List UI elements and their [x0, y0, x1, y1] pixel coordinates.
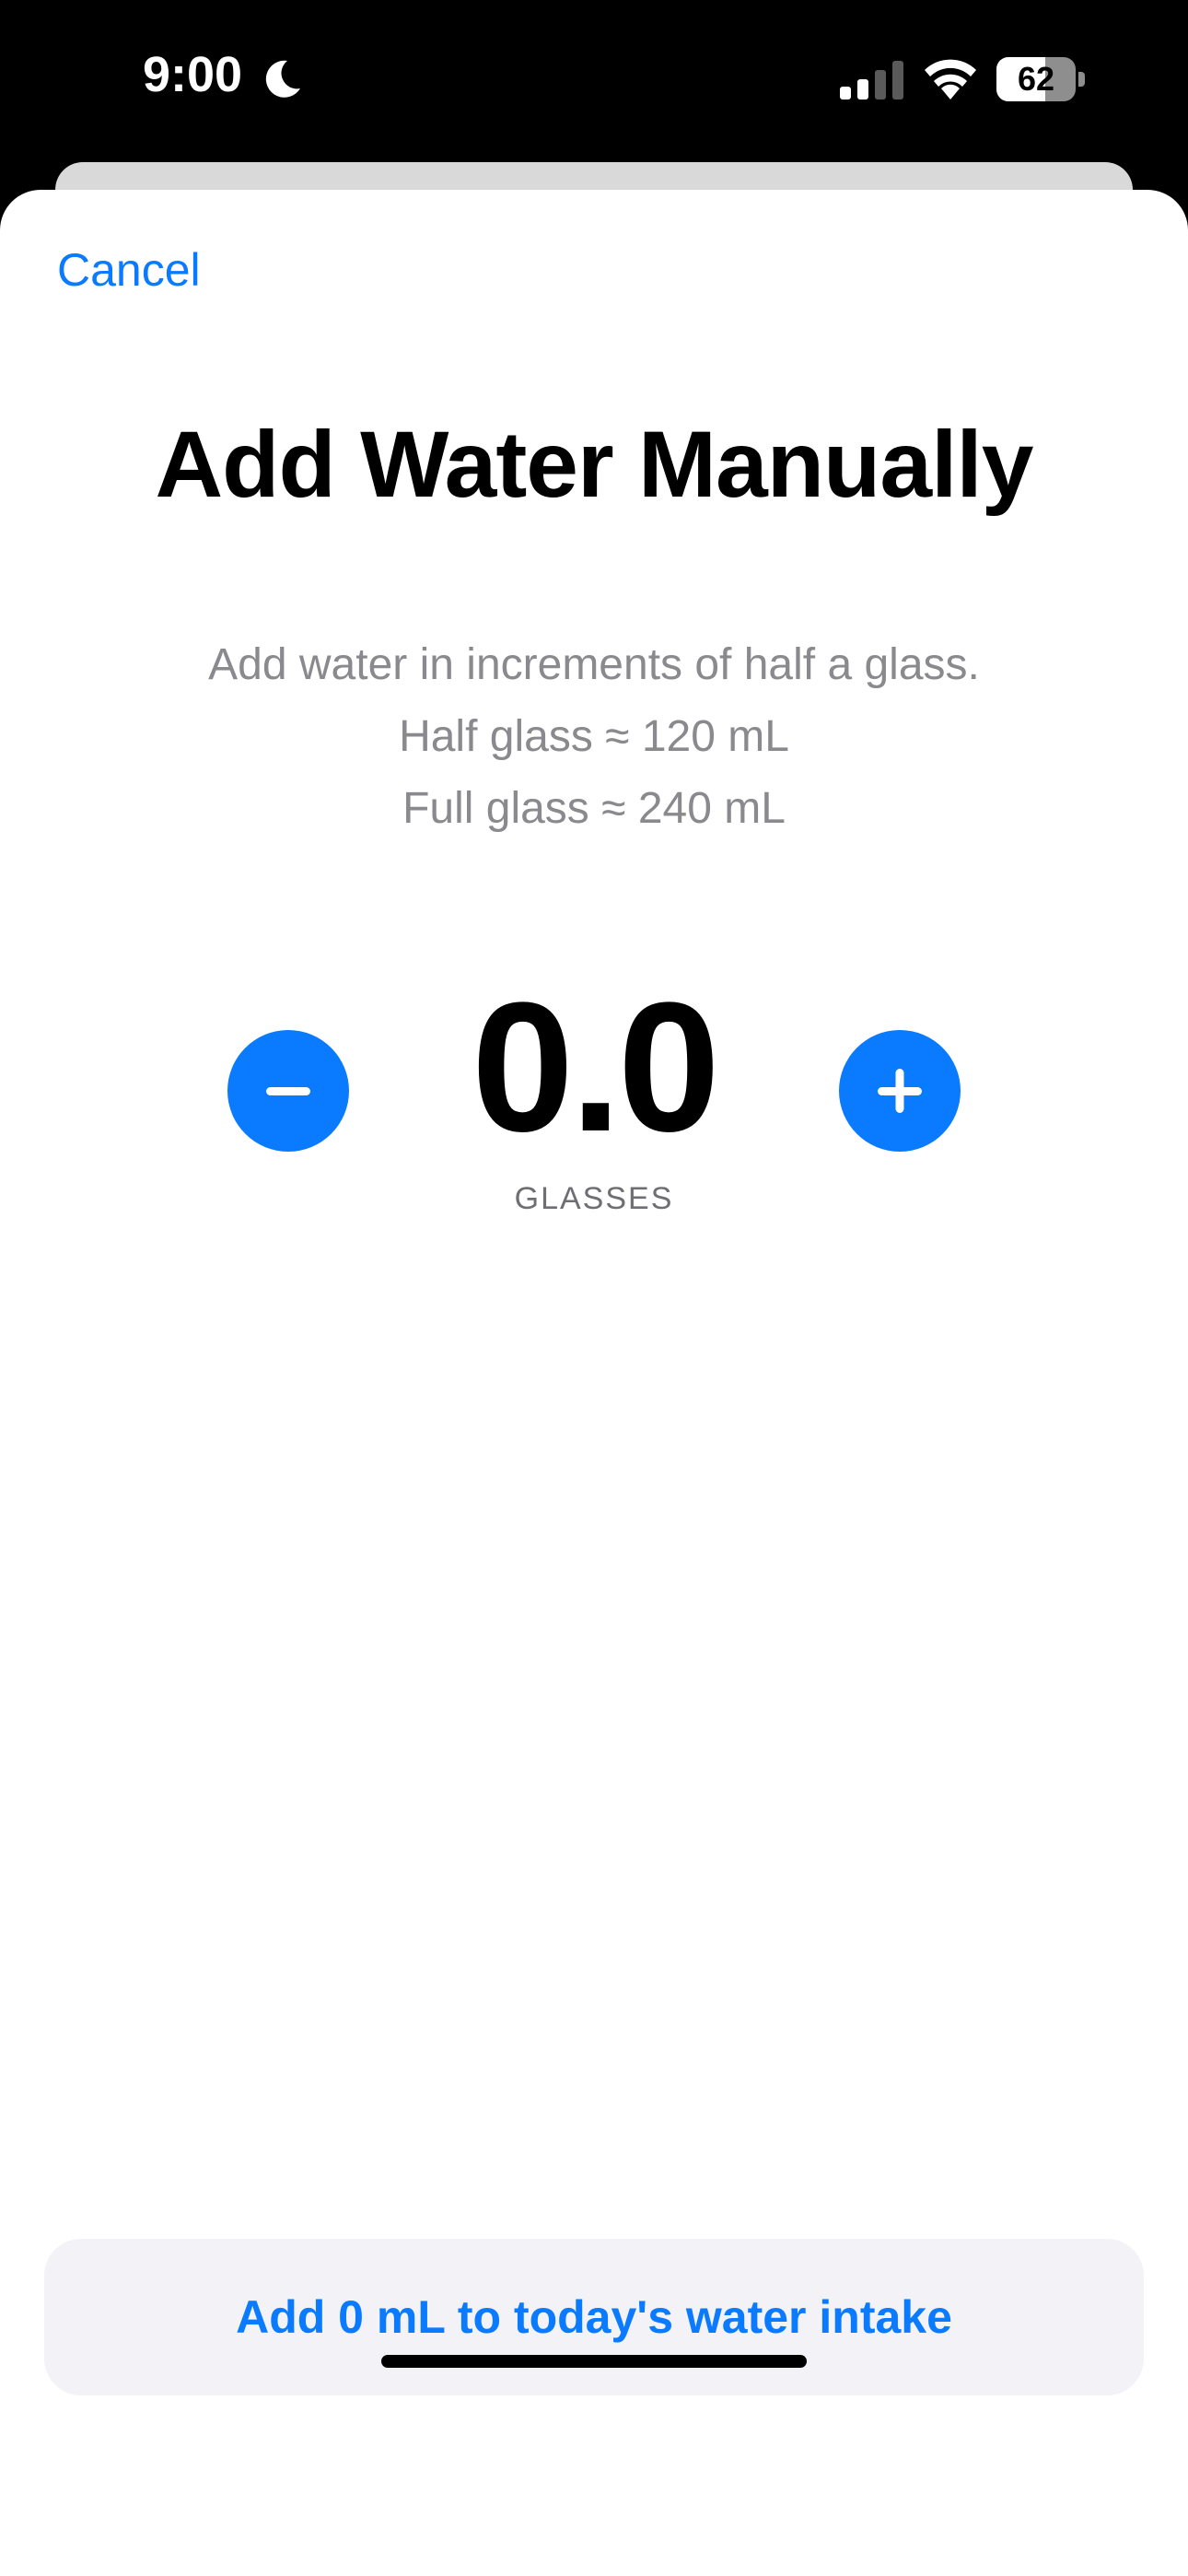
add-water-button[interactable]: Add 0 mL to today's water intake [44, 2239, 1144, 2395]
page-title: Add Water Manually [155, 412, 1034, 517]
description-line: Add water in increments of half a glass. [208, 640, 980, 689]
battery-body: 62 [996, 57, 1076, 101]
glasses-unit-label: GLASSES [514, 1181, 674, 1216]
moon-icon [265, 60, 300, 98]
plus-icon [878, 1069, 922, 1113]
cancel-button[interactable]: Cancel [57, 243, 201, 297]
increment-button[interactable] [839, 1030, 961, 1152]
battery-cap [1078, 72, 1085, 87]
wifi-icon [925, 59, 976, 100]
description-line: Half glass ≈ 120 mL [399, 712, 789, 761]
add-water-button-label: Add 0 mL to today's water intake [236, 2291, 952, 2343]
screen: 9:00 62 Cancel Add Water Manually Add wa… [0, 0, 1188, 2576]
signal-icon [840, 61, 903, 100]
description-line: Full glass ≈ 240 mL [402, 784, 786, 833]
modal-sheet: Cancel Add Water Manually Add water in i… [0, 190, 1188, 2576]
glasses-count: 0.0 [471, 965, 720, 1170]
status-time: 9:00 [143, 47, 243, 102]
battery-icon: 62 [996, 57, 1085, 101]
status-bar: 9:00 62 [0, 0, 1188, 164]
home-indicator[interactable] [381, 2355, 807, 2368]
battery-level: 62 [1017, 60, 1055, 98]
